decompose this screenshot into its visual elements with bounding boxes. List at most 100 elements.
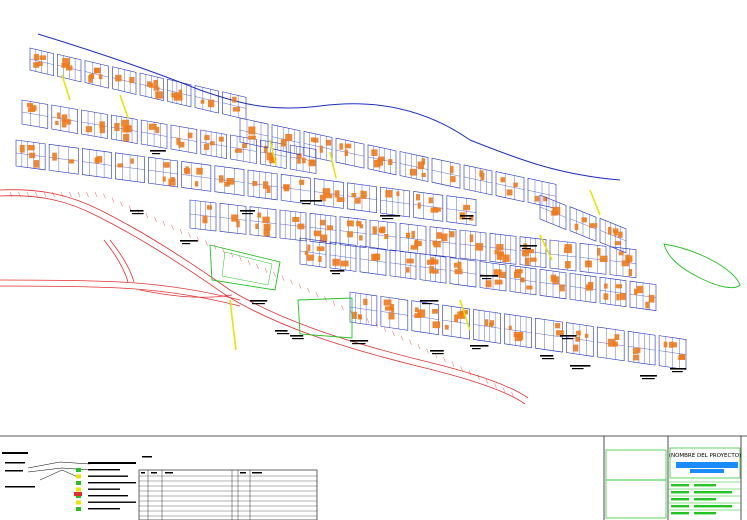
annotation-mark xyxy=(275,330,290,335)
title-row-value xyxy=(694,484,716,487)
annotation-mark xyxy=(290,335,304,340)
road-hatch xyxy=(18,191,21,198)
annotation-bar xyxy=(570,365,591,367)
annotation-mark xyxy=(480,275,499,280)
built-lot xyxy=(499,271,506,278)
built-lot xyxy=(297,223,305,230)
road-hatch xyxy=(162,220,166,227)
built-lot xyxy=(359,235,363,241)
built-lot xyxy=(117,163,123,168)
legend-swatch-red xyxy=(74,492,82,496)
built-lot xyxy=(613,231,618,236)
legend-item-bar xyxy=(88,475,128,477)
built-lot xyxy=(588,281,594,289)
built-lot xyxy=(564,247,572,254)
annotation-bar xyxy=(472,348,481,350)
built-lot xyxy=(607,226,612,235)
city-block xyxy=(29,47,54,77)
city-block xyxy=(369,219,397,252)
built-lot xyxy=(589,223,598,228)
annotation-bar xyxy=(252,303,265,305)
city-block xyxy=(535,317,564,353)
road-hatch xyxy=(35,191,38,198)
city-block xyxy=(431,157,461,189)
road-edge xyxy=(0,195,526,405)
annotation-bar xyxy=(130,210,144,212)
road-hatch xyxy=(315,292,319,298)
road-hatch xyxy=(366,318,370,324)
legend-item-bar xyxy=(88,482,136,484)
road-hatch xyxy=(392,331,395,337)
legend-item-bar xyxy=(88,508,120,510)
annotation-bar xyxy=(242,213,253,215)
built-lot xyxy=(52,152,57,161)
built-lot xyxy=(362,191,367,199)
legend-swatch xyxy=(76,474,81,479)
built-lot xyxy=(344,149,348,156)
built-lot xyxy=(31,105,37,111)
built-lot xyxy=(614,334,620,340)
built-lot xyxy=(636,285,644,294)
road-edge xyxy=(0,285,241,307)
city-block xyxy=(170,124,198,154)
city-block xyxy=(569,272,597,304)
lot-line xyxy=(329,254,357,259)
road-hatch xyxy=(502,387,506,393)
built-lot xyxy=(347,231,353,238)
lot-line xyxy=(380,199,410,205)
annotation-bar xyxy=(560,335,577,337)
built-lot xyxy=(232,96,237,103)
city-block xyxy=(380,296,409,331)
title-block-rows xyxy=(668,481,741,515)
city-block xyxy=(380,186,411,218)
annotation-bar xyxy=(460,215,474,217)
annotation-bar xyxy=(302,203,311,205)
built-lot xyxy=(417,161,424,170)
lot-line xyxy=(349,306,377,312)
annotation-bar xyxy=(642,378,655,380)
city-block xyxy=(313,178,345,209)
annotation-bar xyxy=(292,338,304,340)
built-lot xyxy=(514,333,522,342)
built-lot xyxy=(411,230,415,239)
city-block xyxy=(347,182,377,214)
city-block xyxy=(389,249,417,280)
annotation-mark xyxy=(180,240,198,245)
annotation-bar xyxy=(522,248,531,250)
built-lot xyxy=(441,233,448,242)
built-lot xyxy=(406,232,410,238)
title-row-label xyxy=(671,512,689,515)
annotation-bar xyxy=(350,340,369,342)
built-lot xyxy=(304,250,309,256)
built-lot xyxy=(406,258,414,264)
city-block xyxy=(367,144,397,176)
built-lot xyxy=(416,194,421,201)
built-lot xyxy=(525,257,530,266)
built-lot xyxy=(607,338,615,347)
road-hatch xyxy=(230,252,234,258)
built-lot xyxy=(155,91,163,99)
built-lot xyxy=(449,231,455,238)
city-block xyxy=(549,239,577,272)
built-lot xyxy=(351,193,357,198)
legend-line xyxy=(5,486,35,488)
city-block xyxy=(473,309,501,344)
road-hatch xyxy=(451,361,455,367)
built-lot xyxy=(463,204,471,211)
urban-layout-plan xyxy=(0,33,741,405)
built-lot xyxy=(574,223,579,230)
built-lot xyxy=(194,181,199,187)
built-lot xyxy=(57,112,61,119)
built-lot xyxy=(371,149,378,156)
road-hatch xyxy=(426,348,429,354)
city-block xyxy=(57,53,82,83)
city-block xyxy=(419,253,447,284)
schedule-border xyxy=(138,469,318,520)
city-block xyxy=(569,206,598,242)
title-row-label xyxy=(671,491,689,494)
lot-line xyxy=(463,176,493,184)
built-lot xyxy=(147,81,152,87)
legend-item-bar xyxy=(88,469,120,471)
built-lot xyxy=(187,132,193,139)
legend-swatch xyxy=(76,481,81,485)
